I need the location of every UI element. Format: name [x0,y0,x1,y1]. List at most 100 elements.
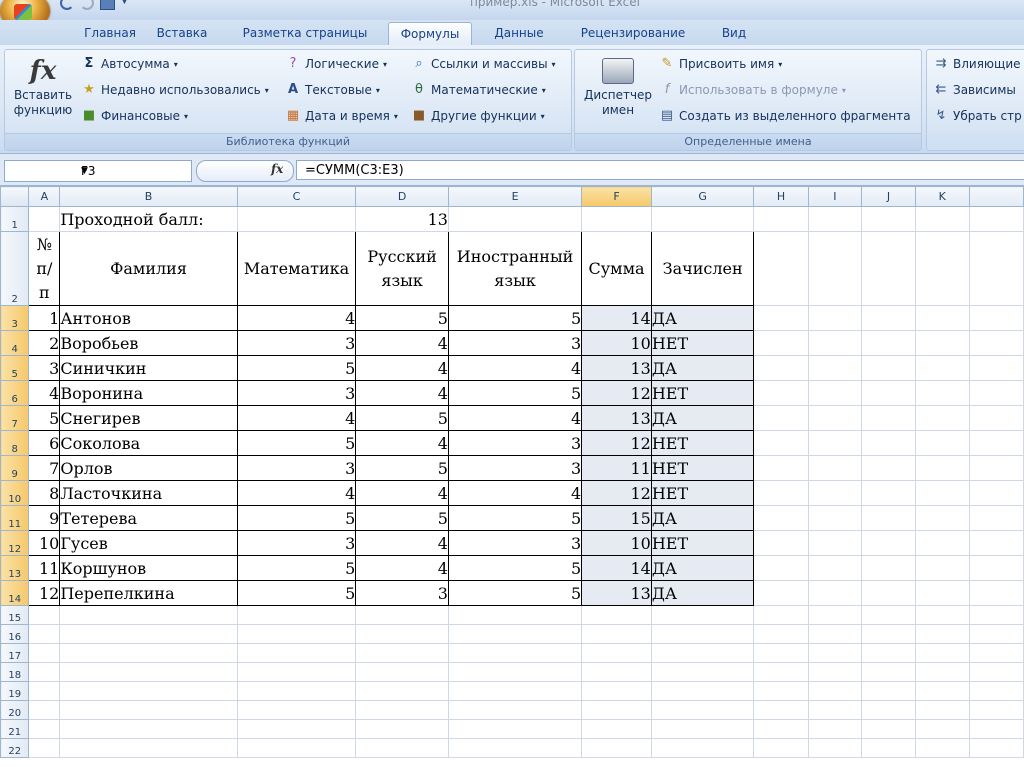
cell[interactable] [447,662,583,682]
cell-math[interactable]: 3 [236,330,357,356]
cell[interactable] [968,405,1024,431]
row-header[interactable]: 1 [0,206,30,232]
chevron-down-icon[interactable]: ▼ [81,161,187,181]
cell[interactable] [59,738,238,758]
cell[interactable] [807,380,863,406]
cell[interactable] [807,231,863,306]
row-header[interactable]: 19 [0,681,30,701]
cell[interactable] [650,206,755,232]
cell[interactable] [59,681,238,701]
cell[interactable] [968,719,1024,739]
cell[interactable] [861,605,916,625]
cell[interactable] [914,231,970,306]
cell[interactable] [861,643,916,663]
cell-russian[interactable]: 4 [355,530,449,556]
cell[interactable] [968,430,1024,456]
passing-score-value[interactable]: 13 [355,206,449,232]
cell[interactable] [59,700,238,720]
column-header-i[interactable]: I [807,186,863,207]
cell-russian[interactable]: 5 [355,505,449,531]
cell[interactable] [861,700,916,720]
cell-foreign[interactable]: 4 [447,355,583,381]
cell-foreign[interactable]: 5 [447,380,583,406]
cell[interactable] [914,681,970,701]
cell[interactable] [807,624,863,644]
cell-russian[interactable]: 5 [355,455,449,481]
cell[interactable] [59,719,238,739]
cell[interactable] [861,206,916,232]
cell[interactable] [753,580,809,606]
cell-surname[interactable]: Воронина [59,380,238,406]
cell[interactable] [59,662,238,682]
cell-math[interactable]: 5 [236,555,357,581]
cell-sum[interactable]: 14 [581,555,652,581]
cell-enrolled[interactable]: ДА [650,505,755,531]
cell[interactable] [236,719,357,739]
cell-number[interactable]: 4 [28,380,61,406]
tab-insert[interactable]: Вставка [146,22,218,45]
cell[interactable] [968,231,1024,306]
cell[interactable] [581,605,652,625]
row-header[interactable]: 22 [0,738,30,758]
tab-review[interactable]: Рецензирование [568,22,698,45]
header-num[interactable]: № п/п [28,231,61,306]
cell-surname[interactable]: Тетерева [59,505,238,531]
cell[interactable] [236,643,357,663]
cell-sum[interactable]: 12 [581,380,652,406]
column-header-g[interactable]: G [650,186,755,207]
cell[interactable] [650,643,755,663]
cell[interactable] [753,231,809,306]
cell[interactable] [236,738,357,758]
cell-math[interactable]: 5 [236,355,357,381]
cell[interactable] [861,305,916,331]
cell-russian[interactable]: 4 [355,330,449,356]
cell[interactable] [807,305,863,331]
cell-enrolled[interactable]: ДА [650,405,755,431]
cell-enrolled[interactable]: НЕТ [650,455,755,481]
cell[interactable] [861,580,916,606]
cell[interactable] [236,605,357,625]
cell[interactable] [753,206,809,232]
cell[interactable] [861,681,916,701]
chevron-down-icon[interactable]: ▼ [121,0,139,10]
cell[interactable] [807,662,863,682]
cell[interactable] [650,605,755,625]
cell[interactable] [914,605,970,625]
cell[interactable] [807,580,863,606]
cell[interactable] [914,206,970,232]
row-header[interactable]: 2 [0,231,30,306]
column-header-f[interactable]: F [581,186,652,207]
cell[interactable] [861,555,916,581]
cell-sum[interactable]: 11 [581,455,652,481]
cell-number[interactable]: 1 [28,305,61,331]
cell[interactable] [968,480,1024,506]
cell[interactable] [581,662,652,682]
cell-enrolled[interactable]: НЕТ [650,330,755,356]
cell[interactable] [753,505,809,531]
cell[interactable] [447,206,583,232]
cell-surname[interactable]: Соколова [59,430,238,456]
cell-foreign[interactable]: 3 [447,430,583,456]
cell[interactable] [650,719,755,739]
cell-math[interactable]: 5 [236,430,357,456]
column-header-e[interactable]: E [447,186,583,207]
cell-russian[interactable]: 3 [355,580,449,606]
cell-math[interactable]: 4 [236,305,357,331]
cell[interactable] [968,355,1024,381]
cell[interactable] [753,643,809,663]
cell[interactable] [914,505,970,531]
cell[interactable] [807,738,863,758]
logical-button[interactable]: ? Логические ▾ [285,54,387,74]
cell-enrolled[interactable]: НЕТ [650,480,755,506]
cell[interactable] [355,681,449,701]
cell[interactable] [968,305,1024,331]
column-header-b[interactable]: B [59,186,238,207]
cell[interactable] [753,700,809,720]
cell[interactable] [447,719,583,739]
row-header[interactable]: 12 [0,530,30,556]
tab-page-layout[interactable]: Разметка страницы [232,22,378,45]
cell[interactable] [650,700,755,720]
cell[interactable] [753,719,809,739]
define-name-button[interactable]: ✎ Присвоить имя ▾ [659,54,783,74]
cell-enrolled[interactable]: ДА [650,305,755,331]
